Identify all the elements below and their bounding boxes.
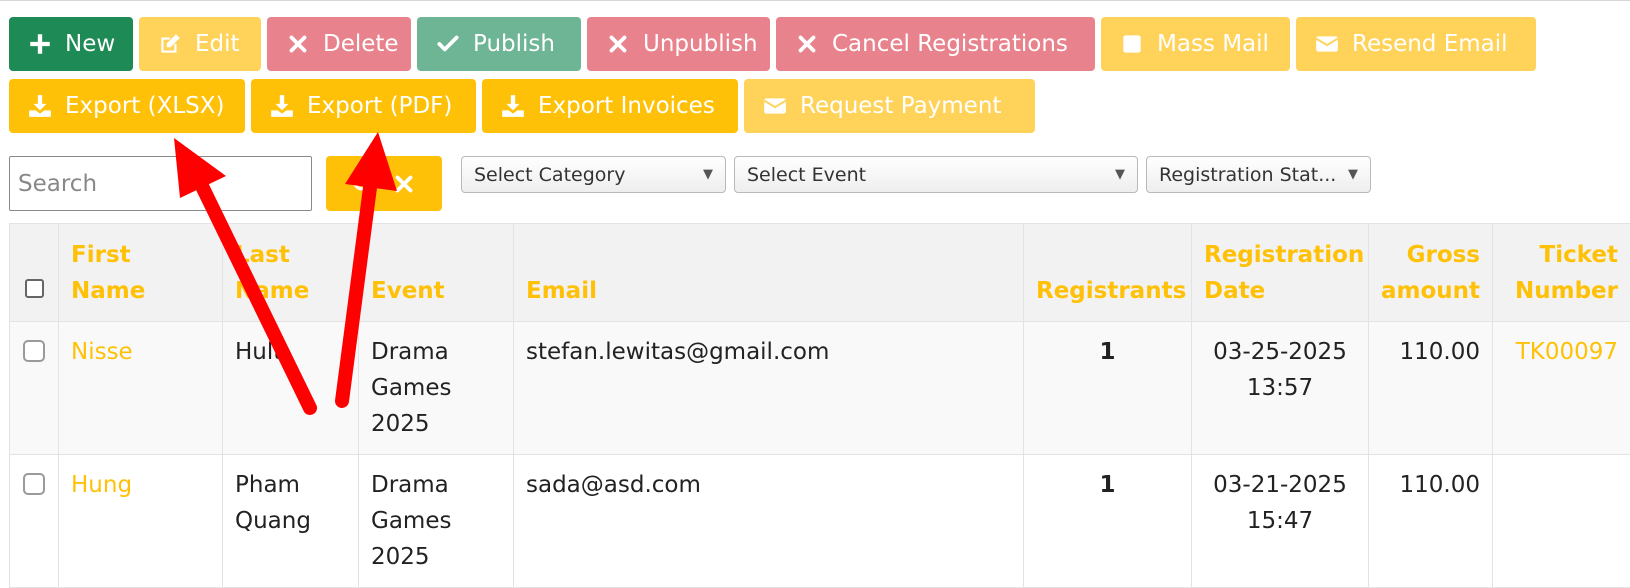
registrants-table: First Name Last Name Event Email Registr…: [9, 223, 1630, 588]
header-registration-date[interactable]: Registration Date: [1192, 224, 1369, 322]
last-name-cell: Hult: [223, 322, 359, 455]
caret-down-icon: ▼: [1115, 167, 1125, 182]
header-last-name[interactable]: Last Name: [223, 224, 359, 322]
ticket-number-link[interactable]: [1493, 455, 1630, 588]
unpublish-button-label: Unpublish: [643, 31, 758, 57]
close-icon: [794, 31, 820, 57]
email-cell: sada@asd.com: [514, 455, 1024, 588]
category-select[interactable]: Select Category ▼: [461, 156, 726, 193]
event-select-value: Select Event: [747, 164, 1107, 186]
category-select-value: Select Category: [474, 164, 695, 186]
event-cell: Drama Games 2025: [359, 322, 514, 455]
toolbar-row-2: Export (XLSX) Export (PDF) Export Invoic…: [9, 79, 1619, 133]
gross-amount-cell: 110.00: [1369, 322, 1493, 455]
row-checkbox-cell: [10, 322, 59, 455]
row-checkbox[interactable]: [23, 340, 45, 362]
event-select[interactable]: Select Event ▼: [734, 156, 1138, 193]
plus-icon: [27, 31, 53, 57]
email-cell: stefan.lewitas@gmail.com: [514, 322, 1024, 455]
export-invoices-button-label: Export Invoices: [538, 93, 715, 119]
unpublish-button[interactable]: Unpublish: [587, 17, 770, 71]
table-header-row: First Name Last Name Event Email Registr…: [10, 224, 1630, 322]
caret-down-icon: ▼: [1348, 167, 1358, 182]
search-button[interactable]: [326, 156, 442, 211]
edit-button-label: Edit: [195, 31, 240, 57]
delete-button-label: Delete: [323, 31, 399, 57]
export-xlsx-button-label: Export (XLSX): [65, 93, 224, 119]
download-icon: [27, 93, 53, 119]
ticket-number-link[interactable]: TK00097: [1493, 322, 1630, 455]
new-button-label: New: [65, 31, 115, 57]
mass-mail-button[interactable]: Mass Mail: [1101, 17, 1290, 71]
download-icon: [500, 93, 526, 119]
close-icon[interactable]: [391, 171, 417, 197]
export-xlsx-button[interactable]: Export (XLSX): [9, 79, 245, 133]
publish-button-label: Publish: [473, 31, 555, 57]
edit-icon: [157, 31, 183, 57]
registration-date-cell: 03-21-2025 15:47: [1192, 455, 1369, 588]
resend-email-button[interactable]: Resend Email: [1296, 17, 1536, 71]
header-email[interactable]: Email: [514, 224, 1024, 322]
header-gross-amount[interactable]: Gross amount: [1369, 224, 1493, 322]
close-icon: [285, 31, 311, 57]
delete-button[interactable]: Delete: [267, 17, 411, 71]
resend-email-button-label: Resend Email: [1352, 31, 1508, 57]
table-row: Nisse Hult Drama Games 2025 stefan.lewit…: [10, 322, 1630, 455]
edit-button[interactable]: Edit: [139, 17, 261, 71]
download-icon: [269, 93, 295, 119]
registration-date-cell: 03-25-2025 13:57: [1192, 322, 1369, 455]
request-payment-button[interactable]: Request Payment: [744, 79, 1035, 133]
mass-mail-button-label: Mass Mail: [1157, 31, 1269, 57]
status-select[interactable]: Registration Stat... ▼: [1146, 156, 1371, 193]
registrants-cell: 1: [1024, 455, 1192, 588]
last-name-cell: Pham Quang: [223, 455, 359, 588]
event-cell: Drama Games 2025: [359, 455, 514, 588]
gross-amount-cell: 110.00: [1369, 455, 1493, 588]
envelope-icon: [762, 93, 788, 119]
check-icon: [435, 31, 461, 57]
header-ticket-number[interactable]: Ticket Number: [1493, 224, 1630, 322]
first-name-link[interactable]: Nisse: [59, 322, 223, 455]
close-icon: [605, 31, 631, 57]
select-all-cell: [10, 224, 59, 322]
header-registrants[interactable]: Registrants: [1024, 224, 1192, 322]
search-icon: [351, 171, 377, 197]
header-event[interactable]: Event: [359, 224, 514, 322]
square-icon: [1119, 31, 1145, 57]
first-name-link[interactable]: Hung: [59, 455, 223, 588]
cancel-registrations-button[interactable]: Cancel Registrations: [776, 17, 1095, 71]
table-row: Hung Pham Quang Drama Games 2025 sada@as…: [10, 455, 1630, 588]
header-first-name[interactable]: First Name: [59, 224, 223, 322]
toolbar-row-1: New Edit Delete Publish Unpublish Cancel…: [9, 17, 1619, 71]
search-input[interactable]: [9, 156, 312, 211]
row-checkbox-cell: [10, 455, 59, 588]
registrants-cell: 1: [1024, 322, 1192, 455]
export-pdf-button[interactable]: Export (PDF): [251, 79, 476, 133]
envelope-icon: [1314, 31, 1340, 57]
export-pdf-button-label: Export (PDF): [307, 93, 452, 119]
select-all-checkbox[interactable]: [25, 279, 44, 298]
publish-button[interactable]: Publish: [417, 17, 581, 71]
toolbar: New Edit Delete Publish Unpublish Cancel…: [9, 17, 1619, 141]
row-checkbox[interactable]: [23, 473, 45, 495]
request-payment-button-label: Request Payment: [800, 93, 1001, 119]
status-select-value: Registration Stat...: [1159, 164, 1340, 186]
export-invoices-button[interactable]: Export Invoices: [482, 79, 738, 133]
caret-down-icon: ▼: [703, 167, 713, 182]
top-divider: [0, 0, 1630, 1]
cancel-registrations-button-label: Cancel Registrations: [832, 31, 1068, 57]
new-button[interactable]: New: [9, 17, 133, 71]
